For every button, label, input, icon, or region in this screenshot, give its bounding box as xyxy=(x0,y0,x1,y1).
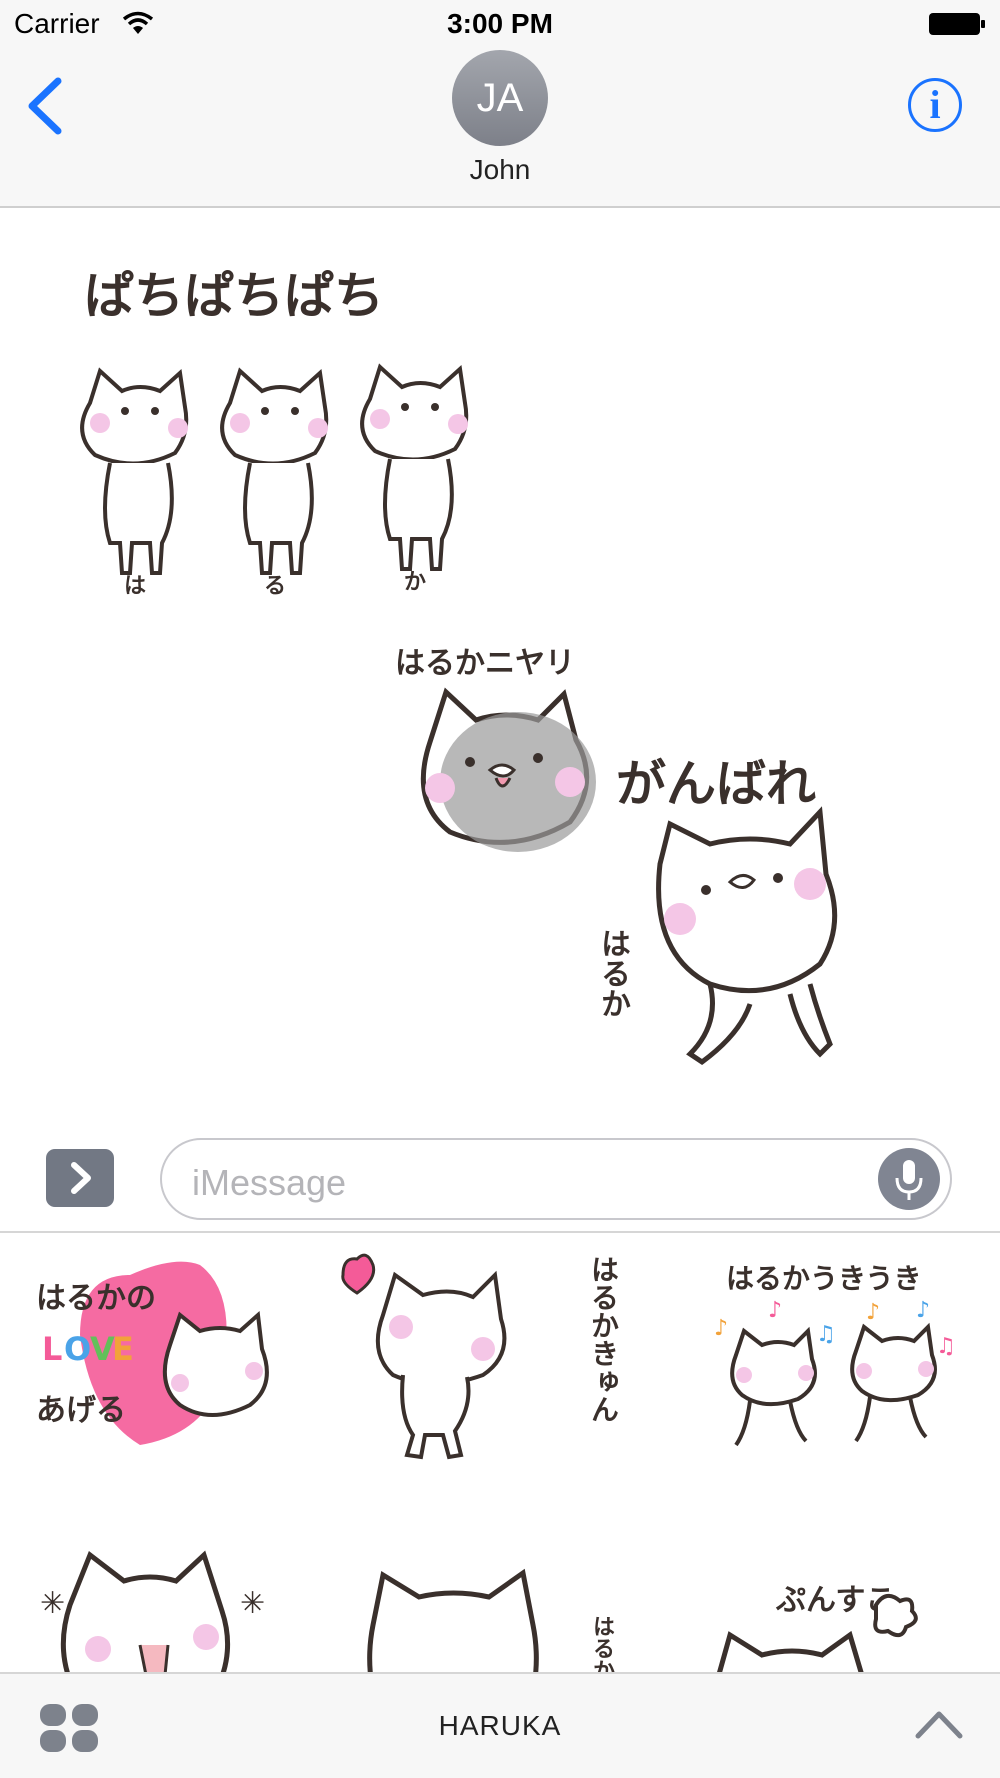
sticker-ganbare[interactable]: がんばれ はるか xyxy=(590,708,910,1088)
drawer-sticker-ukiuki[interactable]: はるかうきうき ♪ ♪ ♫ ♪ ♪ ♫ xyxy=(666,1235,999,1485)
love-letter: O xyxy=(64,1330,92,1368)
sticker-caption: はるかの xyxy=(36,1281,156,1316)
svg-text:♪: ♪ xyxy=(916,1298,930,1323)
svg-text:♫: ♫ xyxy=(816,1322,836,1347)
cheering-cat-illustration xyxy=(656,806,838,1066)
sticker-pachipachi[interactable]: ぱちぱちぱち は る か xyxy=(70,248,500,628)
sticker-pack-name: HARUKA xyxy=(438,1710,562,1741)
status-time: 3:00 PM xyxy=(447,8,553,39)
sticker-side-caption: はるかきゅん xyxy=(587,1255,620,1423)
drawer-sticker-punsuko[interactable]: ぷんすこ xyxy=(666,1485,999,1672)
cat-belly-label: は xyxy=(124,574,147,599)
svg-text:✳: ✳ xyxy=(40,1586,65,1621)
svg-text:♪: ♪ xyxy=(866,1300,880,1325)
sticker-side-caption: はるか xyxy=(589,1615,614,1672)
sticker-caption: ぱちぱちぱち xyxy=(84,267,384,325)
dictation-button[interactable] xyxy=(878,1148,940,1210)
compose-bar: iMessage xyxy=(0,1123,1000,1233)
expand-apps-button[interactable] xyxy=(46,1149,114,1207)
sticker-caption: はるかニヤリ xyxy=(395,646,575,681)
sticker-caption: あげる xyxy=(36,1393,126,1428)
message-input[interactable]: iMessage xyxy=(160,1138,952,1220)
love-letter: L xyxy=(42,1330,63,1368)
cat-belly-label: る xyxy=(264,574,287,599)
dancing-cats-illustration: ♪ ♪ ♫ ♪ ♪ ♫ xyxy=(714,1298,956,1447)
status-bar: Carrier 3:00 PM xyxy=(0,0,1000,50)
drawer-sticker-love[interactable]: はるかの L O V E あげる xyxy=(0,1235,333,1485)
sticker-side-caption: はるか xyxy=(595,928,630,1018)
message-input-placeholder: iMessage xyxy=(192,1162,347,1203)
chevron-up-icon[interactable] xyxy=(914,1708,964,1740)
battery-icon xyxy=(929,13,985,35)
microphone-icon xyxy=(895,1160,923,1200)
svg-text:♫: ♫ xyxy=(936,1334,956,1359)
love-letter: E xyxy=(112,1330,134,1368)
conversation-header: JA John i xyxy=(0,50,1000,208)
drawer-sticker-kyun[interactable]: はるかきゅん xyxy=(333,1235,666,1485)
back-chevron-icon[interactable] xyxy=(22,75,66,137)
chevron-right-icon xyxy=(71,1162,91,1194)
laughing-cat-illustration: ✳ ✳ xyxy=(40,1550,265,1672)
contact-avatar[interactable]: JA xyxy=(452,50,548,146)
drawer-sticker-laughing[interactable]: ✳ ✳ xyxy=(0,1485,333,1672)
message-thread: ぱちぱちぱち は る か はるかニヤリ がんばれ はるか xyxy=(0,208,1000,1123)
info-button[interactable]: i xyxy=(908,78,962,132)
sticker-pack-bar: HARUKA xyxy=(0,1672,1000,1778)
contact-name[interactable]: John xyxy=(0,154,1000,186)
svg-text:✳: ✳ xyxy=(240,1586,265,1621)
pouting-cat-illustration xyxy=(717,1593,918,1672)
drawer-sticker-crying[interactable]: はるか xyxy=(333,1485,666,1672)
cat-belly-label: か xyxy=(404,570,427,595)
sticker-drawer: はるかの L O V E あげる はるかきゅん はるかうきうき ♪ ♪ ♫ ♪ … xyxy=(0,1235,1000,1672)
smirking-cat-illustration xyxy=(420,687,596,852)
svg-text:♪: ♪ xyxy=(714,1316,728,1341)
svg-text:♪: ♪ xyxy=(768,1298,782,1323)
